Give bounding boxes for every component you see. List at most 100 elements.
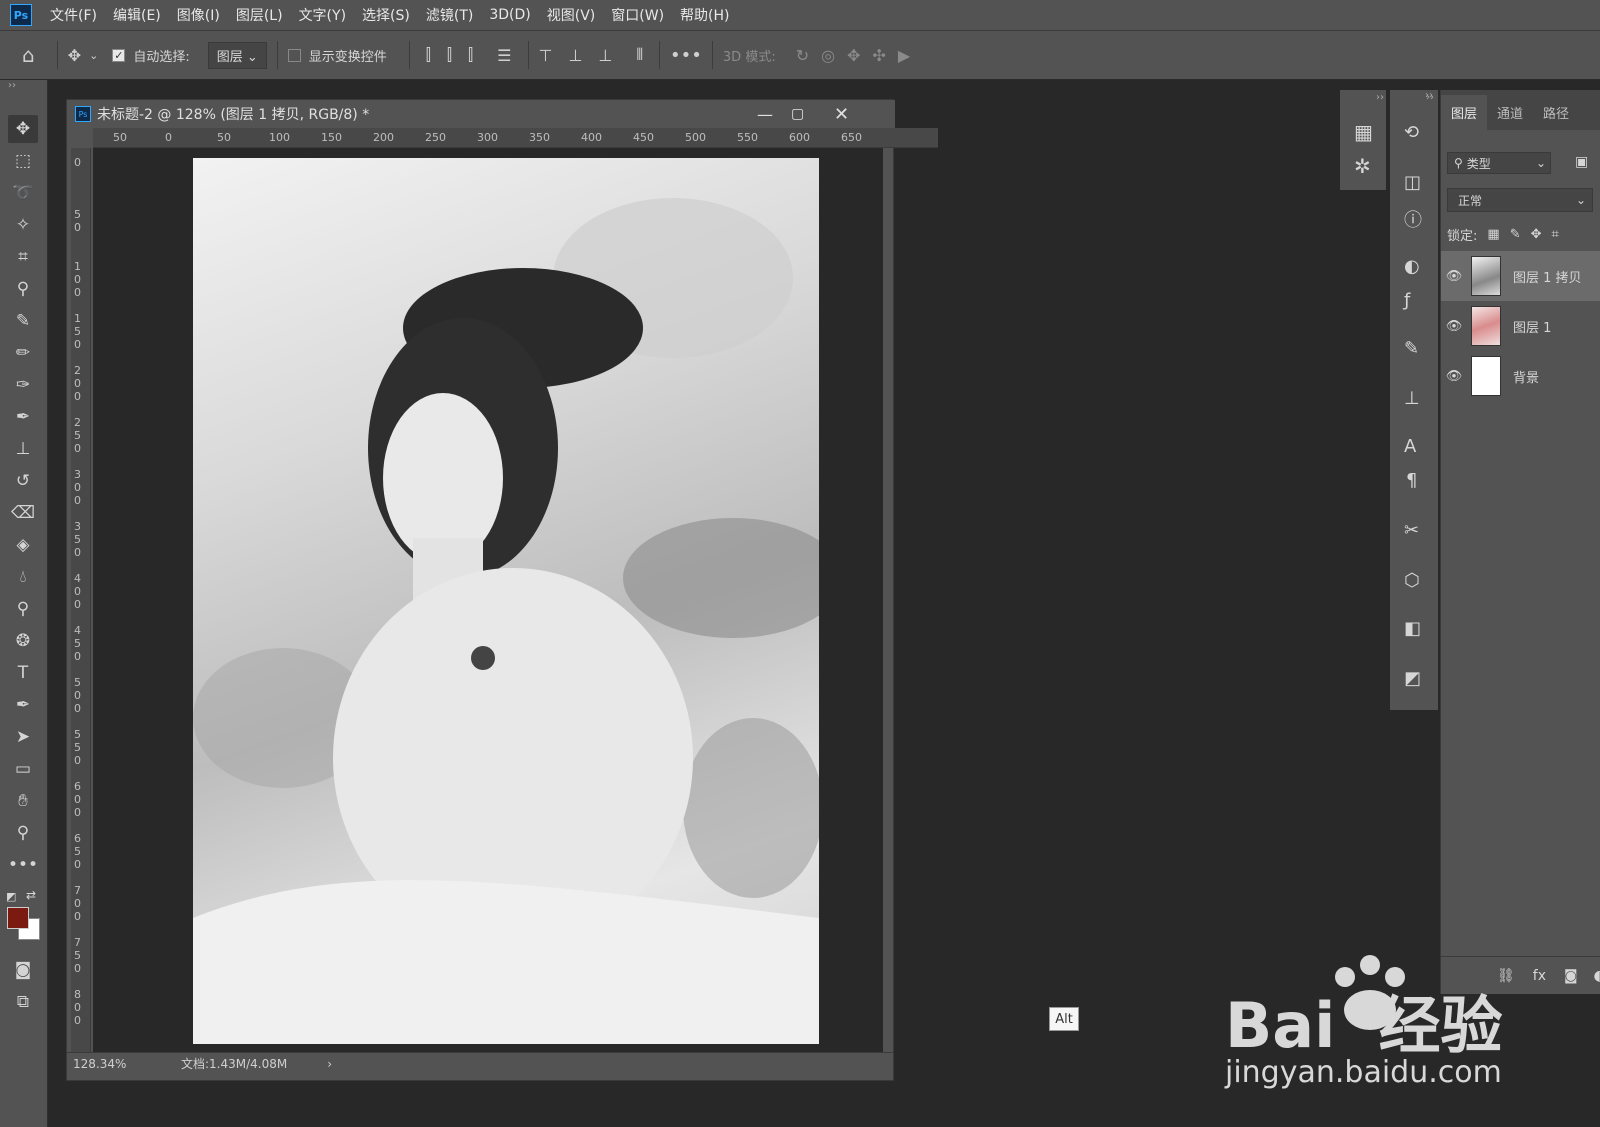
blur-tool-icon[interactable]: 💧︎ bbox=[8, 563, 38, 591]
timeline-panel-icon[interactable]: ◧ bbox=[1404, 618, 1421, 639]
menu-3d[interactable]: 3D(D) bbox=[489, 7, 530, 23]
home-icon[interactable]: ⌂ bbox=[22, 43, 35, 67]
layer-comps-icon[interactable]: ◩ bbox=[1404, 668, 1421, 689]
canvas-image[interactable] bbox=[193, 158, 819, 1044]
styles-panel-icon[interactable]: ƒ bbox=[1404, 290, 1410, 311]
swap-colors-icon[interactable]: ⇄ bbox=[26, 888, 36, 902]
3d-camera-icon[interactable]: ▶ bbox=[898, 46, 910, 65]
pencil-tool-icon[interactable]: ✏ bbox=[8, 339, 38, 367]
brush-tool-icon[interactable]: ✒ bbox=[8, 403, 38, 431]
zoom-level[interactable]: 128.34% bbox=[73, 1057, 163, 1071]
adjustment-layer-icon[interactable]: ◐ bbox=[1594, 968, 1600, 984]
menu-file[interactable]: 文件(F) bbox=[50, 5, 97, 25]
3d-panel-icon[interactable]: ⬡ bbox=[1404, 570, 1420, 591]
visibility-eye-icon[interactable]: 👁︎ bbox=[1441, 319, 1467, 334]
menu-edit[interactable]: 编辑(E) bbox=[113, 5, 161, 25]
menu-help[interactable]: 帮助(H) bbox=[680, 5, 729, 25]
menu-select[interactable]: 选择(S) bbox=[362, 5, 410, 25]
path-selection-tool-icon[interactable]: ➤ bbox=[8, 723, 38, 751]
align-left-icon[interactable]: ⫿ bbox=[426, 45, 431, 65]
minimize-icon[interactable]: — bbox=[757, 105, 773, 124]
sponge-tool-icon[interactable]: ❂ bbox=[8, 627, 38, 655]
layer-filter-select[interactable]: ⚲ 类型 ⌄ bbox=[1447, 152, 1551, 174]
layer-row[interactable]: 👁︎ 背景 bbox=[1441, 351, 1600, 401]
menu-layer[interactable]: 图层(L) bbox=[236, 5, 283, 25]
lock-position-icon[interactable]: ✥ bbox=[1531, 227, 1542, 242]
info-panel-icon[interactable]: ⓘ bbox=[1404, 206, 1422, 232]
hand-tool-icon[interactable]: ✋︎ bbox=[8, 787, 38, 815]
character-panel-icon[interactable]: A bbox=[1404, 436, 1416, 457]
3d-pan-icon[interactable]: ✥ bbox=[847, 46, 860, 65]
visibility-eye-icon[interactable]: 👁︎ bbox=[1441, 269, 1467, 284]
3d-orbit-icon[interactable]: ↻ bbox=[796, 46, 809, 65]
auto-select-dropdown[interactable]: 图层 ⌄ bbox=[207, 41, 267, 69]
stamp-tool-icon[interactable]: ⊥ bbox=[8, 435, 38, 463]
compass-icon[interactable]: ✲ bbox=[1354, 154, 1371, 178]
visibility-eye-icon[interactable]: 👁︎ bbox=[1441, 369, 1467, 384]
lock-transparency-icon[interactable]: ▦ bbox=[1487, 227, 1499, 242]
crop-tool-icon[interactable]: ⌗ bbox=[8, 243, 38, 271]
distribute-icon[interactable]: ☰ bbox=[497, 46, 511, 65]
3d-slide-icon[interactable]: ✣ bbox=[872, 46, 885, 65]
menu-window[interactable]: 窗口(W) bbox=[611, 5, 664, 25]
align-top-icon[interactable]: ⊤ bbox=[539, 46, 553, 65]
auto-select-checkbox[interactable]: ✓ bbox=[112, 48, 126, 62]
lasso-tool-icon[interactable]: ➰ bbox=[8, 179, 38, 207]
layer-row[interactable]: 👁︎ 图层 1 拷贝 bbox=[1441, 251, 1600, 301]
chevron-down-icon[interactable]: ⌄ bbox=[89, 49, 98, 62]
grid-icon[interactable]: ▦ bbox=[1354, 120, 1373, 144]
eraser-tool-icon[interactable]: ⌫ bbox=[8, 499, 38, 527]
paragraph-panel-icon[interactable]: ¶ bbox=[1406, 470, 1417, 491]
tab-channels[interactable]: 通道 bbox=[1487, 95, 1533, 130]
collapse-icon[interactable]: ›› bbox=[8, 80, 16, 91]
expand-icon[interactable]: ›› bbox=[1376, 92, 1384, 103]
align-middle-icon[interactable]: ⊥ bbox=[568, 46, 582, 65]
adjustments-panel-icon[interactable]: ◐ bbox=[1404, 256, 1420, 277]
libraries-panel-icon[interactable]: ◫ bbox=[1404, 172, 1421, 193]
dodge-tool-icon[interactable]: ⚲ bbox=[8, 595, 38, 623]
move-tool-icon[interactable]: ✥ bbox=[68, 46, 81, 65]
quick-mask-icon[interactable]: ◙ bbox=[8, 956, 38, 984]
lock-pixels-icon[interactable]: ✎ bbox=[1510, 227, 1521, 242]
status-arrow-icon[interactable]: › bbox=[327, 1057, 332, 1071]
foreground-color-swatch[interactable] bbox=[7, 907, 29, 929]
magic-wand-tool-icon[interactable]: ✧ bbox=[8, 211, 38, 239]
healing-brush-tool-icon[interactable]: ✎ bbox=[8, 307, 38, 335]
clone-stamp-tool-icon[interactable]: ✑ bbox=[8, 371, 38, 399]
clone-source-icon[interactable]: ⊥ bbox=[1404, 388, 1420, 409]
rectangle-tool-icon[interactable]: ▭ bbox=[8, 755, 38, 783]
canvas-area[interactable] bbox=[93, 148, 883, 1052]
align-center-icon[interactable]: ⫿ bbox=[447, 45, 452, 65]
screen-mode-icon[interactable]: ⧉ bbox=[8, 988, 38, 1016]
marquee-tool-icon[interactable]: ⬚ bbox=[8, 147, 38, 175]
distribute-vertical-icon[interactable]: ⫴ bbox=[636, 45, 643, 65]
vertical-scrollbar[interactable] bbox=[883, 148, 893, 1052]
blend-mode-select[interactable]: 正常 ⌄ bbox=[1447, 188, 1593, 212]
align-right-icon[interactable]: ⫿ bbox=[468, 45, 473, 65]
lock-artboard-icon[interactable]: ⌗ bbox=[1552, 227, 1559, 242]
align-bottom-icon[interactable]: ⊥ bbox=[598, 46, 612, 65]
layer-row[interactable]: 👁︎ 图层 1 bbox=[1441, 301, 1600, 351]
move-tool-icon[interactable]: ✥ bbox=[8, 115, 38, 143]
photoshop-logo-icon[interactable]: Ps bbox=[10, 4, 32, 26]
menu-filter[interactable]: 滤镜(T) bbox=[426, 5, 473, 25]
history-brush-tool-icon[interactable]: ↺ bbox=[8, 467, 38, 495]
close-icon[interactable]: ✕ bbox=[834, 104, 849, 125]
tab-paths[interactable]: 路径 bbox=[1533, 95, 1579, 130]
history-panel-icon[interactable]: ⟲ bbox=[1404, 122, 1419, 143]
tab-layers[interactable]: 图层 bbox=[1441, 95, 1488, 130]
image-filter-icon[interactable]: ▣ bbox=[1575, 154, 1588, 170]
tool-presets-icon[interactable]: ✂ bbox=[1404, 520, 1419, 541]
menu-image[interactable]: 图像(I) bbox=[177, 5, 220, 25]
eyedropper-tool-icon[interactable]: ⚲ bbox=[8, 275, 38, 303]
edit-toolbar-icon[interactable]: ••• bbox=[8, 851, 38, 879]
paint-bucket-tool-icon[interactable]: ◈ bbox=[8, 531, 38, 559]
more-options-icon[interactable]: ••• bbox=[670, 45, 702, 66]
show-transform-checkbox[interactable] bbox=[287, 48, 301, 62]
default-colors-icon[interactable]: ◩ bbox=[6, 890, 16, 903]
type-tool-icon[interactable]: T bbox=[8, 659, 38, 687]
brush-settings-icon[interactable]: ✎ bbox=[1404, 338, 1419, 359]
zoom-tool-icon[interactable]: ⚲ bbox=[8, 819, 38, 847]
document-titlebar[interactable]: Ps 未标题-2 @ 128% (图层 1 拷贝, RGB/8) * — ▢ ✕ bbox=[67, 100, 895, 128]
3d-roll-icon[interactable]: ◎ bbox=[821, 46, 835, 65]
